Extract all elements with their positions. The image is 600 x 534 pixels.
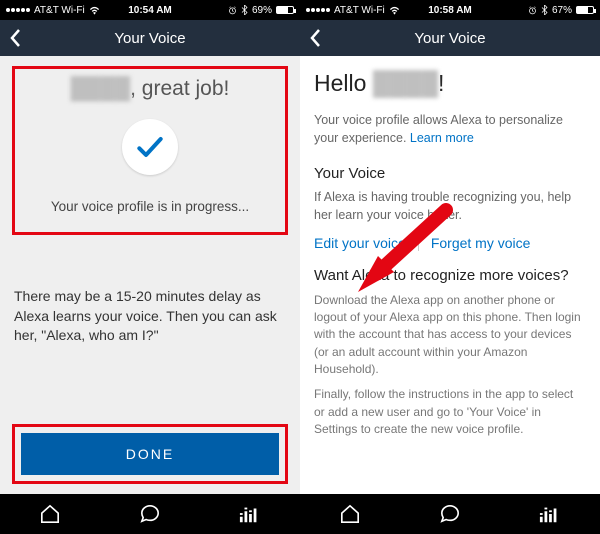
status-bar-left: AT&T Wi-Fi 10:54 AM 69%	[0, 0, 300, 20]
edit-voice-link[interactable]: Edit your voice	[314, 235, 406, 251]
highlight-box-bottom: DONE	[12, 424, 288, 484]
intro-text: Your voice profile allows Alexa to perso…	[314, 111, 586, 147]
chat-icon[interactable]	[439, 504, 461, 524]
carrier-label: AT&T Wi-Fi	[34, 5, 85, 16]
equalizer-icon[interactable]	[539, 505, 561, 523]
checkmark-badge	[122, 119, 178, 175]
voice-links-row: Edit your voice Forget my voice	[314, 235, 586, 251]
battery-percent: 69%	[252, 5, 272, 16]
highlight-box-top: ████, great job! Your voice profile is i…	[12, 66, 288, 235]
home-icon[interactable]	[39, 504, 61, 524]
hello-heading: Hello ████!	[314, 70, 586, 97]
tab-bar-right	[300, 494, 600, 534]
nav-title: Your Voice	[414, 30, 485, 47]
nav-bar-right: Your Voice	[300, 20, 600, 56]
alarm-icon	[228, 6, 237, 15]
phone-left-screen: AT&T Wi-Fi 10:54 AM 69% Your Voice ████,…	[0, 0, 300, 534]
done-button[interactable]: DONE	[21, 433, 279, 475]
progress-text: Your voice profile is in progress...	[19, 199, 281, 214]
signal-dots-icon	[6, 8, 30, 12]
learn-more-link[interactable]: Learn more	[410, 131, 474, 145]
status-bar-right: AT&T Wi-Fi 10:58 AM 67%	[300, 0, 600, 20]
check-icon	[134, 131, 166, 163]
great-job-heading: ████, great job!	[19, 77, 281, 101]
more-voices-p1: Download the Alexa app on another phone …	[314, 292, 586, 379]
masked-name: ████	[373, 70, 438, 96]
alarm-icon	[528, 6, 537, 15]
battery-icon	[576, 6, 594, 14]
nav-bar-left: Your Voice	[0, 20, 300, 56]
wifi-icon	[389, 6, 400, 15]
chat-icon[interactable]	[139, 504, 161, 524]
link-divider	[418, 235, 419, 251]
battery-icon	[276, 6, 294, 14]
back-icon[interactable]	[8, 28, 22, 48]
more-voices-heading: Want Alexa to recognize more voices?	[314, 267, 586, 284]
wifi-icon	[89, 6, 100, 15]
nav-title: Your Voice	[114, 30, 185, 47]
clock-label: 10:58 AM	[428, 5, 472, 16]
your-voice-heading: Your Voice	[314, 165, 586, 182]
battery-percent: 67%	[552, 5, 572, 16]
back-icon[interactable]	[308, 28, 322, 48]
phone-right-screen: AT&T Wi-Fi 10:58 AM 67% Your Voice Hello…	[300, 0, 600, 534]
tab-bar-left	[0, 494, 300, 534]
your-voice-body: If Alexa is having trouble recognizing y…	[314, 188, 586, 224]
clock-label: 10:54 AM	[128, 5, 172, 16]
more-voices-p2: Finally, follow the instructions in the …	[314, 386, 586, 438]
home-icon[interactable]	[339, 504, 361, 524]
forget-voice-link[interactable]: Forget my voice	[431, 235, 531, 251]
signal-dots-icon	[306, 8, 330, 12]
bluetooth-icon	[541, 5, 548, 15]
equalizer-icon[interactable]	[239, 505, 261, 523]
carrier-label: AT&T Wi-Fi	[334, 5, 385, 16]
bluetooth-icon	[241, 5, 248, 15]
masked-name: ████	[71, 77, 131, 100]
delay-text: There may be a 15-20 minutes delay as Al…	[12, 287, 288, 346]
